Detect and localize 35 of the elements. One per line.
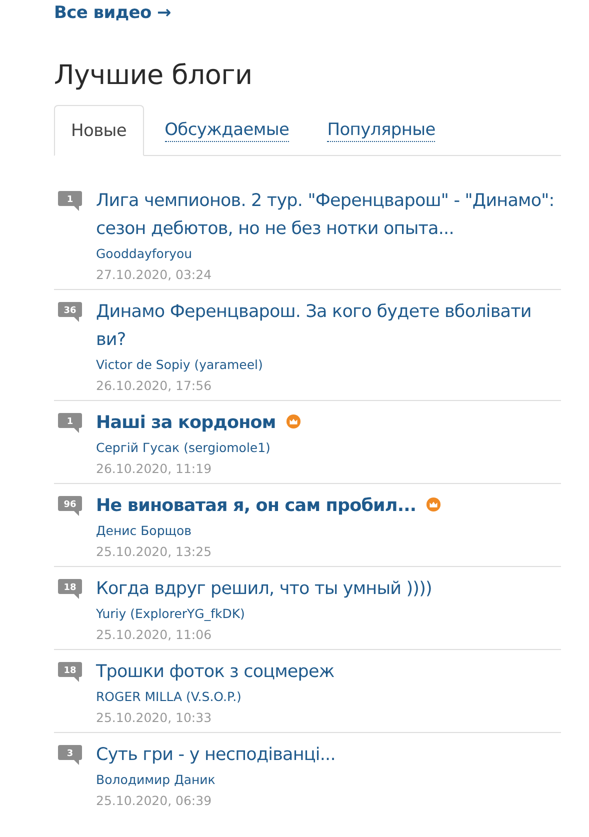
crown-icon xyxy=(426,497,442,512)
post-author[interactable]: ROGER MILLA (V.S.O.P.) xyxy=(96,686,242,707)
post-date: 25.10.2020, 06:39 xyxy=(96,792,212,810)
comment-count: 1 xyxy=(58,191,82,211)
post-title[interactable]: Суть гри - у несподіванці... xyxy=(96,741,336,769)
crown-icon xyxy=(286,414,301,429)
post-date: 27.10.2020, 03:24 xyxy=(96,266,212,284)
comment-count: 3 xyxy=(58,745,82,765)
post-date: 26.10.2020, 11:19 xyxy=(96,460,212,478)
tab[interactable]: Обсуждаемые xyxy=(148,105,306,156)
all-videos-link[interactable]: Все видео → xyxy=(54,3,171,23)
post-date: 26.10.2020, 17:56 xyxy=(96,377,212,395)
post-date: 25.10.2020, 11:06 xyxy=(96,626,212,644)
section-heading: Лучшие блоги xyxy=(54,60,254,91)
post-author[interactable]: Денис Борщов xyxy=(96,520,192,541)
post-author[interactable]: Yuriy (ExplorerYG_fkDK) xyxy=(96,603,245,624)
post-author[interactable]: Володимир Даник xyxy=(96,769,216,790)
post-title[interactable]: Лига чемпионов. 2 тур. "Ференцварош" - "Динамо": сезон дебютов, но не без нотки опыта... xyxy=(96,187,561,243)
comment-count: 36 xyxy=(58,302,82,322)
comment-count: 96 xyxy=(58,496,82,516)
post-author[interactable]: Victor de Sopiy (yarameel) xyxy=(96,354,263,375)
post-date: 25.10.2020, 10:33 xyxy=(96,709,212,727)
tab[interactable]: Новые xyxy=(54,105,144,156)
comment-count: 18 xyxy=(58,579,82,599)
post-date: 25.10.2020, 13:25 xyxy=(96,543,212,561)
post-title[interactable]: Динамо Ференцварош. За кого будете вболівати ви? xyxy=(96,298,561,354)
comment-count: 18 xyxy=(58,662,82,682)
post-title[interactable]: Когда вдруг решил, что ты умный )))) xyxy=(96,575,432,603)
post-title[interactable]: Наші за кордоном xyxy=(96,409,276,437)
post-author[interactable]: Gooddayforyou xyxy=(96,243,192,264)
post-author[interactable]: Сергій Гусак (sergiomole1) xyxy=(96,437,270,458)
tab[interactable]: Популярные xyxy=(310,105,452,156)
post-title[interactable]: Не виноватая я, он сам пробил... xyxy=(96,492,416,520)
post-title[interactable]: Трошки фоток з соцмереж xyxy=(96,658,334,686)
comment-count: 1 xyxy=(58,413,82,433)
